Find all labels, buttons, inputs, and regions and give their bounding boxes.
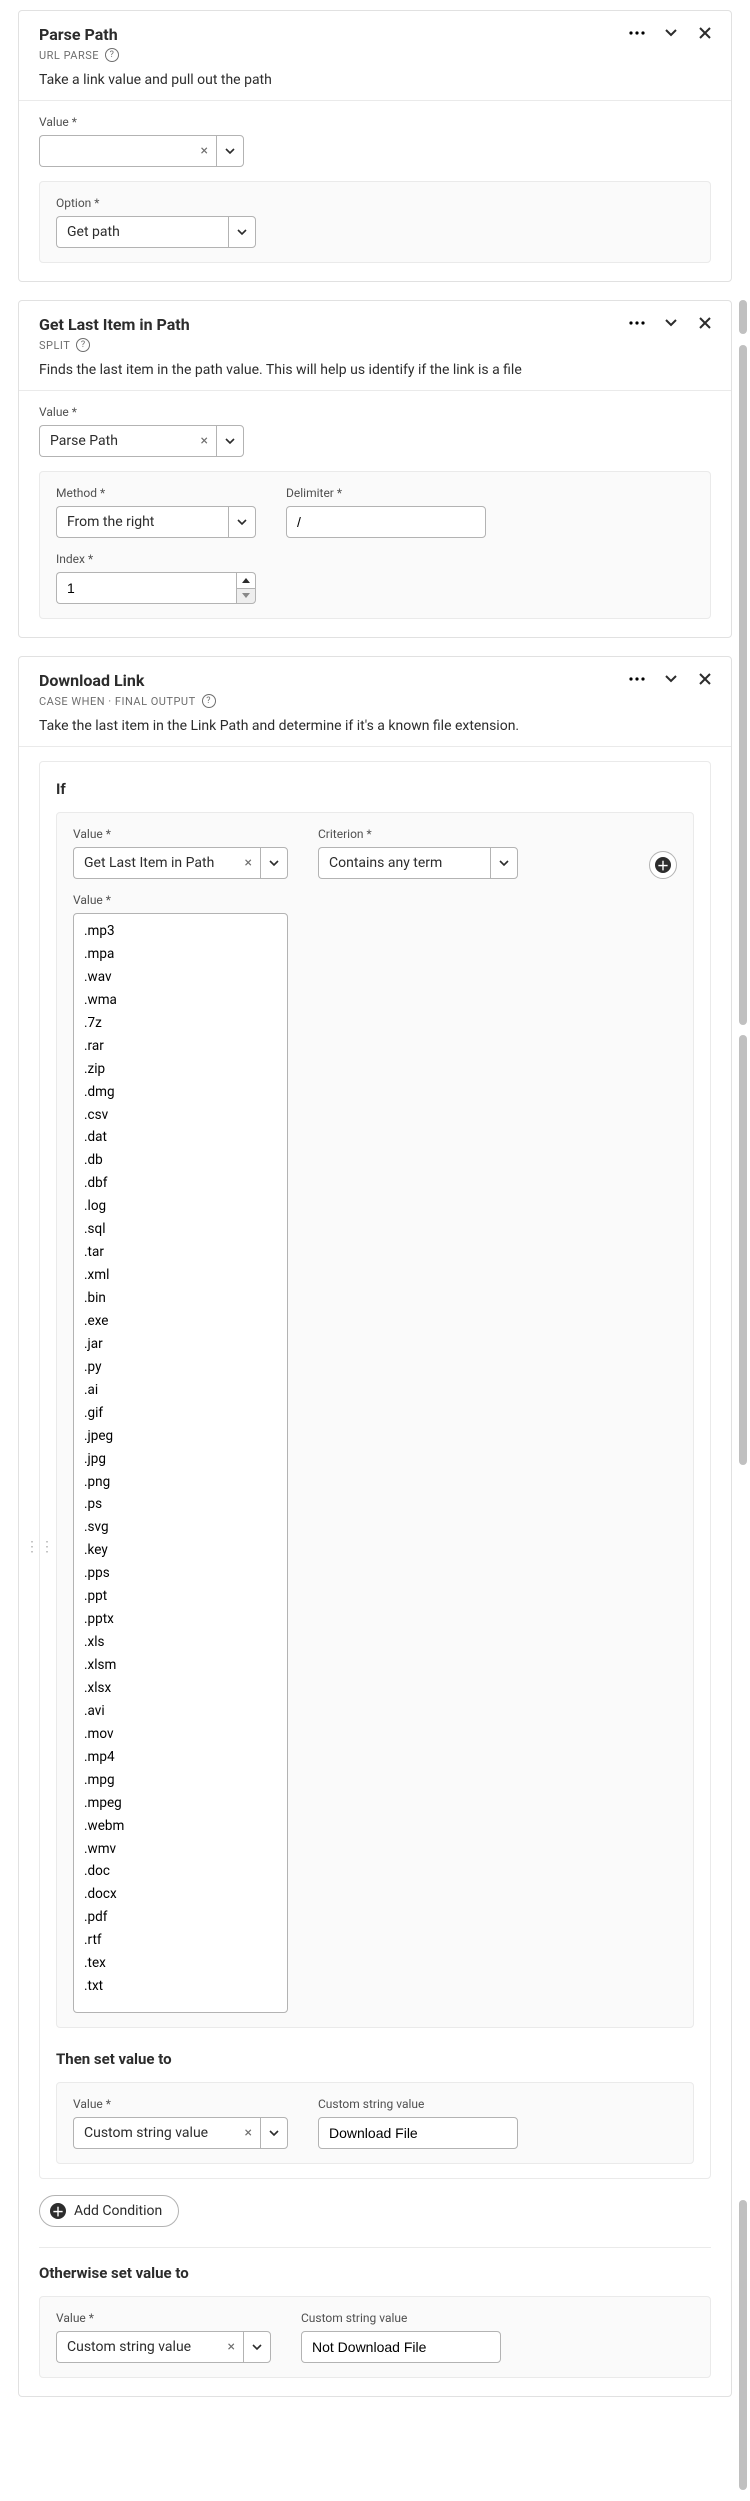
otherwise-value-select[interactable]: Custom string value × [56, 2331, 243, 2363]
delimiter-input[interactable] [286, 506, 486, 538]
add-criterion-button[interactable]: ＋ [649, 851, 677, 879]
method-label: Method [56, 486, 256, 500]
value-input[interactable]: × [39, 135, 216, 167]
add-condition-button[interactable]: ＋ Add Condition [39, 2195, 179, 2227]
index-label: Index [56, 552, 694, 566]
value-label: Value [56, 2311, 271, 2325]
scrollbar-thumb[interactable] [739, 1035, 747, 1465]
chevron-down-icon[interactable] [661, 23, 681, 43]
drag-handle-icon[interactable]: ⋮⋮ [25, 1539, 55, 1555]
chevron-down-icon[interactable] [260, 847, 288, 879]
card-title: Download Link [39, 671, 711, 690]
card-title: Parse Path [39, 25, 711, 44]
card-description: Finds the last item in the path value. T… [39, 362, 711, 378]
card-get-last-item: Get Last Item in Path SPLIT ? Finds the … [18, 300, 732, 638]
if-heading: If [56, 780, 694, 798]
index-input[interactable] [56, 572, 236, 604]
value-label: Value [73, 2097, 288, 2111]
card-subtitle: URL PARSE ? [39, 48, 711, 62]
value-select[interactable]: Parse Path × [39, 425, 216, 457]
card-subtitle: CASE WHEN · FINAL OUTPUT ? [39, 694, 711, 708]
criterion-select[interactable]: Contains any term [318, 847, 490, 879]
delimiter-label: Delimiter [286, 486, 486, 500]
otherwise-heading: Otherwise set value to [39, 2264, 711, 2282]
then-custom-input[interactable] [318, 2117, 518, 2149]
card-parse-path: Parse Path URL PARSE ? Take a link value… [18, 10, 732, 282]
close-icon[interactable] [695, 23, 715, 43]
info-icon[interactable]: ? [202, 694, 216, 708]
card-description: Take a link value and pull out the path [39, 72, 711, 88]
clear-icon[interactable]: × [245, 855, 252, 871]
terms-textarea[interactable] [73, 913, 288, 2013]
value-label: Value [73, 827, 288, 841]
card-title: Get Last Item in Path [39, 315, 711, 334]
custom-string-label: Custom string value [301, 2311, 501, 2325]
chevron-down-icon[interactable] [216, 135, 244, 167]
value-label: Value [39, 115, 711, 129]
then-value-select[interactable]: Custom string value × [73, 2117, 260, 2149]
clear-icon[interactable]: × [245, 2125, 252, 2141]
option-select[interactable]: Get path [56, 216, 228, 248]
close-icon[interactable] [695, 313, 715, 333]
scrollbar-thumb[interactable] [739, 345, 747, 1025]
info-icon[interactable]: ? [76, 338, 90, 352]
value-label: Value [73, 893, 677, 907]
chevron-down-icon[interactable] [216, 425, 244, 457]
chevron-down-icon[interactable] [661, 313, 681, 333]
chevron-down-icon[interactable] [260, 2117, 288, 2149]
card-download-link: Download Link CASE WHEN · FINAL OUTPUT ?… [18, 656, 732, 2397]
info-icon[interactable]: ? [105, 48, 119, 62]
clear-icon[interactable]: × [228, 2339, 235, 2355]
clear-icon[interactable]: × [201, 433, 208, 449]
option-label: Option [56, 196, 694, 210]
more-icon[interactable] [627, 313, 647, 333]
chevron-down-icon[interactable] [661, 669, 681, 689]
chevron-down-icon[interactable] [228, 506, 256, 538]
method-select[interactable]: From the right [56, 506, 228, 538]
criterion-label: Criterion [318, 827, 518, 841]
card-subtitle: SPLIT ? [39, 338, 711, 352]
chevron-down-icon[interactable] [490, 847, 518, 879]
chevron-down-icon[interactable] [228, 216, 256, 248]
more-icon[interactable] [627, 23, 647, 43]
scrollbar-thumb[interactable] [739, 300, 747, 334]
card-description: Take the last item in the Link Path and … [39, 718, 711, 734]
custom-string-label: Custom string value [318, 2097, 518, 2111]
more-icon[interactable] [627, 669, 647, 689]
then-heading: Then set value to [56, 2050, 694, 2068]
if-value-select[interactable]: Get Last Item in Path × [73, 847, 260, 879]
stepper-up-icon[interactable] [236, 572, 256, 588]
clear-icon[interactable]: × [201, 143, 208, 159]
close-icon[interactable] [695, 669, 715, 689]
scrollbar-thumb[interactable] [739, 2200, 747, 2490]
stepper-down-icon[interactable] [236, 588, 256, 605]
otherwise-custom-input[interactable] [301, 2331, 501, 2363]
value-label: Value [39, 405, 711, 419]
chevron-down-icon[interactable] [243, 2331, 271, 2363]
